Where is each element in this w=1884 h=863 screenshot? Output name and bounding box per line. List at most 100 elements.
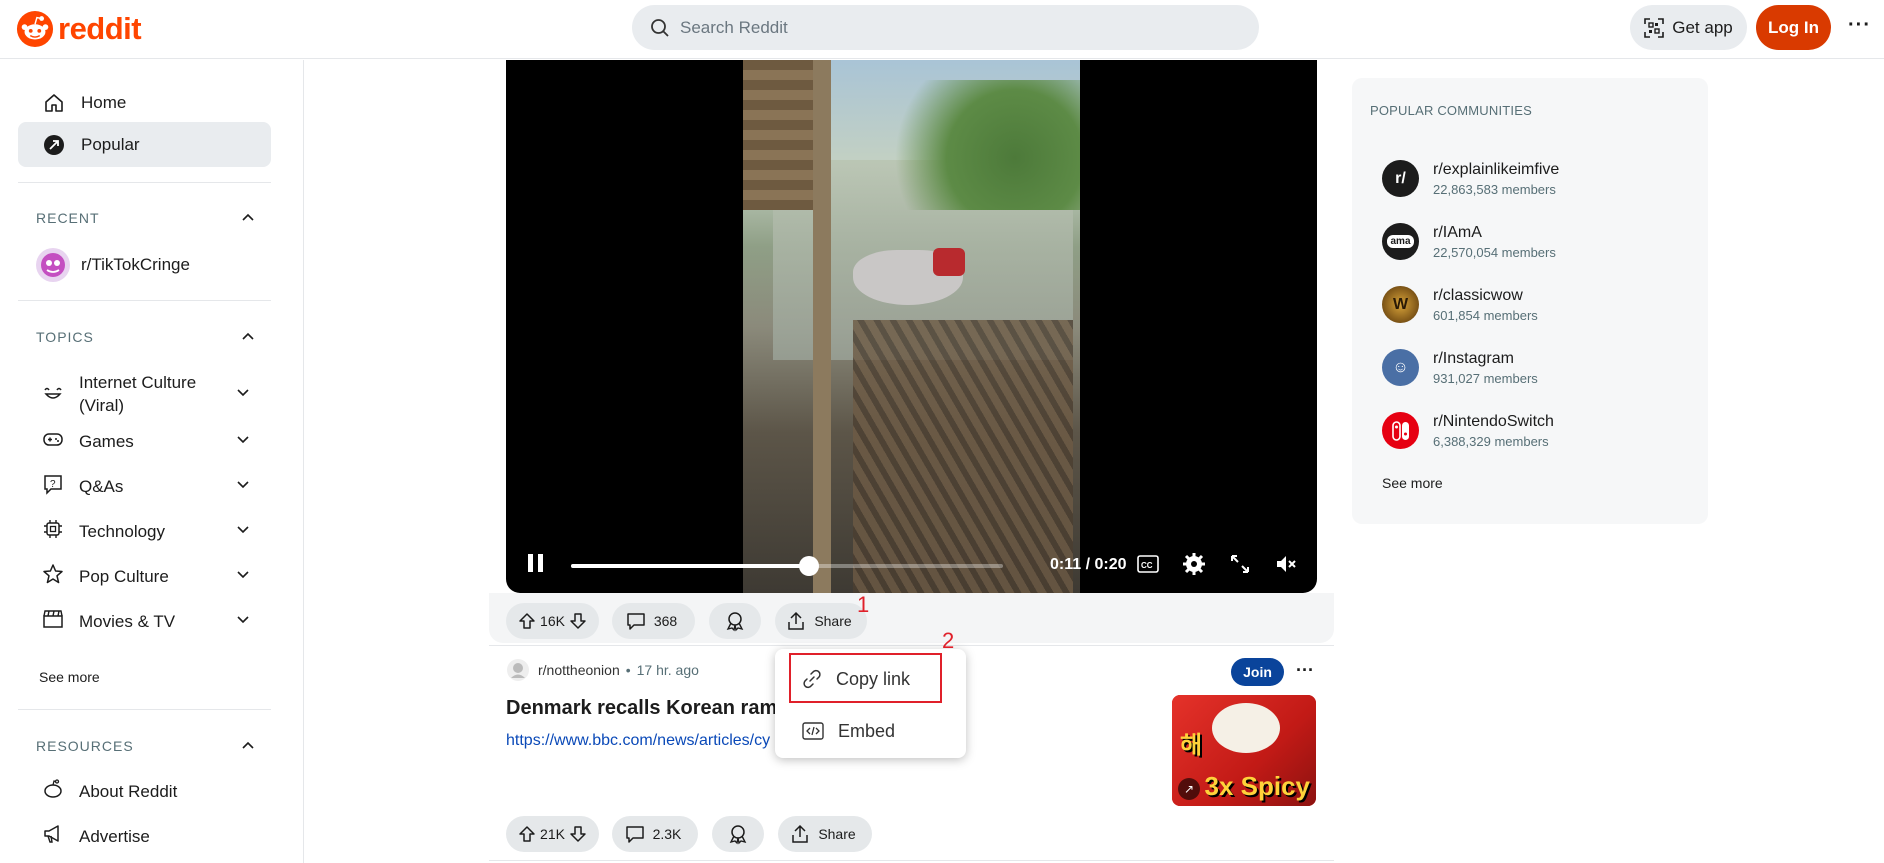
comments-button[interactable]: 368 xyxy=(612,603,695,639)
nintendoswitch-avatar-icon xyxy=(1382,412,1419,449)
chevron-down-icon xyxy=(237,388,249,396)
recent-item-label: r/TikTokCringe xyxy=(81,254,190,274)
topic-qas[interactable]: ? Q&As xyxy=(18,471,271,501)
community-item[interactable]: r/NintendoSwitch 6,388,329 members xyxy=(1382,412,1554,449)
video-player[interactable]: 0:11 / 0:20 CC xyxy=(506,60,1317,593)
topic-label: Q&As xyxy=(79,476,124,496)
resources-section-header[interactable]: RESOURCES xyxy=(36,738,256,754)
community-members: 6,388,329 members xyxy=(1433,433,1549,449)
recent-header-label: RECENT xyxy=(36,210,100,226)
home-icon xyxy=(42,91,66,115)
tiktokcringe-avatar-icon xyxy=(35,247,71,283)
svg-text:?: ? xyxy=(50,479,56,490)
downvote-icon[interactable] xyxy=(569,612,587,630)
svg-text:CC: CC xyxy=(1141,561,1153,570)
share-button[interactable]: Share xyxy=(778,816,872,852)
post-link[interactable]: https://www.bbc.com/news/articles/cy xyxy=(506,732,776,750)
community-members: 601,854 members xyxy=(1433,307,1538,323)
topic-pop-culture[interactable]: Pop Culture xyxy=(18,561,271,591)
panel-title: POPULAR COMMUNITIES xyxy=(1370,103,1532,118)
join-button[interactable]: Join xyxy=(1231,658,1284,686)
embed-menu-item[interactable]: Embed xyxy=(775,707,966,755)
chevron-down-icon xyxy=(237,435,249,443)
vote-control[interactable]: 21K xyxy=(506,816,599,852)
subreddit-link[interactable]: r/nottheonion xyxy=(538,662,620,678)
topics-header-label: TOPICS xyxy=(36,329,94,345)
community-item[interactable]: ama r/IAmA 22,570,054 members xyxy=(1382,223,1556,260)
post-divider xyxy=(489,645,1334,646)
vote-count: 21K xyxy=(540,826,565,842)
award-button[interactable] xyxy=(712,816,764,852)
topic-games[interactable]: Games xyxy=(18,426,271,456)
video-progress-bar[interactable] xyxy=(571,556,1003,576)
chevron-up-icon xyxy=(242,213,254,221)
top-header: reddit Get app Log In ··· xyxy=(0,0,1884,59)
video-controls: 0:11 / 0:20 CC xyxy=(506,533,1317,593)
recent-section-header[interactable]: RECENT xyxy=(36,210,256,226)
comments-button[interactable]: 2.3K xyxy=(612,816,698,852)
post-meta: r/nottheonion • 17 hr. ago xyxy=(506,658,699,682)
post-thumbnail[interactable]: 해 3x Spicy ↗ xyxy=(1172,695,1316,806)
post-divider xyxy=(489,860,1334,861)
topics-section-header[interactable]: TOPICS xyxy=(36,329,256,345)
settings-gear-icon[interactable] xyxy=(1182,552,1206,576)
chevron-up-icon xyxy=(242,741,254,749)
search-input[interactable] xyxy=(680,17,1240,38)
vote-control[interactable]: 16K xyxy=(506,603,599,639)
more-options-icon[interactable]: ··· xyxy=(1848,14,1871,37)
pause-icon[interactable] xyxy=(525,551,547,575)
gamepad-icon xyxy=(42,428,64,455)
downvote-icon[interactable] xyxy=(569,825,587,843)
reddit-snoo-icon xyxy=(16,10,54,48)
search-bar[interactable] xyxy=(632,5,1259,50)
get-app-button[interactable]: Get app xyxy=(1630,5,1747,50)
upvote-icon[interactable] xyxy=(518,825,536,843)
fullscreen-icon[interactable] xyxy=(1228,552,1252,576)
community-members: 22,863,583 members xyxy=(1433,181,1556,197)
community-name: r/explainlikeimfive xyxy=(1433,160,1560,178)
video-scrubber-handle[interactable] xyxy=(798,556,819,576)
upvote-icon[interactable] xyxy=(518,612,536,630)
left-sidebar: Home Popular RECENT r/TikTokCringe TOPIC… xyxy=(0,60,304,863)
smile-icon xyxy=(42,381,64,408)
login-button[interactable]: Log In xyxy=(1756,5,1831,50)
thumbnail-text: 3x Spicy xyxy=(1204,771,1310,801)
subreddit-avatar-icon[interactable] xyxy=(506,658,530,682)
community-item[interactable]: W r/classicwow 601,854 members xyxy=(1382,286,1538,323)
topic-technology[interactable]: Technology xyxy=(18,516,271,546)
captions-icon[interactable]: CC xyxy=(1136,552,1160,576)
comment-icon xyxy=(625,826,644,843)
embed-icon xyxy=(802,722,824,740)
iama-avatar-icon: ama xyxy=(1382,223,1419,260)
award-icon xyxy=(726,612,744,632)
post-overflow-icon[interactable]: ··· xyxy=(1296,660,1314,681)
share-label: Share xyxy=(818,826,856,842)
topic-internet-culture[interactable]: Internet Culture (Viral) xyxy=(18,371,271,417)
clapperboard-icon xyxy=(42,608,64,635)
nav-popular[interactable]: Popular xyxy=(18,122,271,167)
resource-advertise[interactable]: Advertise xyxy=(18,821,271,851)
chevron-up-icon xyxy=(242,332,254,340)
topic-label: Internet Culture (Viral) xyxy=(79,373,197,415)
star-icon xyxy=(42,563,64,590)
reddit-logo[interactable]: reddit xyxy=(16,10,142,48)
award-button[interactable] xyxy=(709,603,761,639)
community-item[interactable]: r/ r/explainlikeimfive 22,863,583 member… xyxy=(1382,160,1559,197)
recent-item-tiktokcringe[interactable]: r/TikTokCringe xyxy=(18,242,271,287)
topic-label: Movies & TV xyxy=(79,611,176,631)
share-button[interactable]: Share xyxy=(775,603,867,639)
resource-about-reddit[interactable]: About Reddit xyxy=(18,776,271,806)
megaphone-icon xyxy=(42,823,64,850)
share-icon xyxy=(792,824,809,843)
muted-speaker-icon[interactable] xyxy=(1274,552,1298,576)
nav-popular-label: Popular xyxy=(81,134,140,154)
community-item[interactable]: ☺ r/Instagram 931,027 members xyxy=(1382,349,1538,386)
topic-label: Pop Culture xyxy=(79,566,169,586)
topic-movies-tv[interactable]: Movies & TV xyxy=(18,606,271,636)
annotation-label-1: 1 xyxy=(857,592,870,617)
communities-see-more-link[interactable]: See more xyxy=(1382,475,1443,491)
topics-see-more-link[interactable]: See more xyxy=(39,669,100,685)
nav-home[interactable]: Home xyxy=(18,80,271,125)
post-title[interactable]: Denmark recalls Korean rame xyxy=(506,697,776,720)
snoo-outline-icon xyxy=(42,778,64,805)
